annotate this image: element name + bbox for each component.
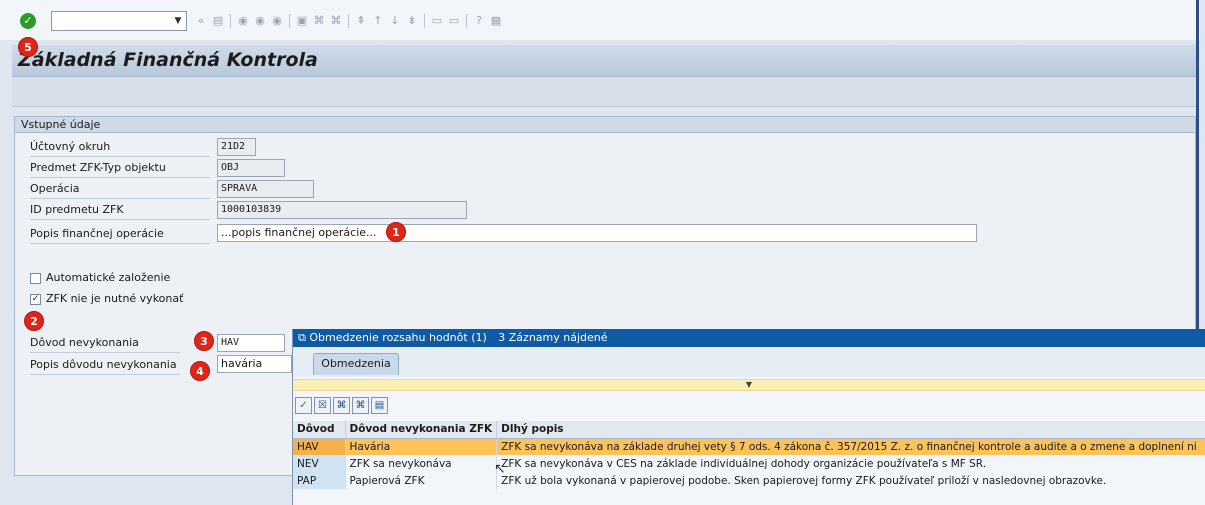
find-next-icon[interactable]: ⌘: [329, 14, 343, 28]
object-type-field: OBJ: [217, 159, 285, 177]
tab-restrictions[interactable]: Obmedzenia: [313, 353, 399, 375]
company-code-field: 21D2: [217, 138, 256, 156]
reason-input[interactable]: HAV: [217, 334, 285, 352]
reason-description-cell[interactable]: ZFK sa nevykonáva na základe druhej vety…: [496, 438, 1205, 455]
page-title: Základná Finančná Kontrola: [18, 49, 318, 71]
table-row[interactable]: HAV Havária ZFK sa nevykonáva na základe…: [293, 438, 1205, 455]
find-icon[interactable]: ⌘: [333, 397, 350, 414]
operation-description-input[interactable]: ...popis finančnej operácie...: [217, 224, 977, 242]
reason-description-label: Popis dôvodu nevykonania: [30, 355, 180, 375]
column-header-long-description[interactable]: Dlhý popis: [496, 421, 1205, 439]
confirm-icon[interactable]: ✓: [295, 397, 312, 414]
toolbar-icons: « ▤ ◉ ◉ ◉ ▣ ⌘ ⌘ ⇞ ↑ ↓ ⇟ ▭ ▭ ? ▦: [194, 11, 503, 31]
cancel-icon[interactable]: ◉: [270, 14, 284, 28]
last-page-icon[interactable]: ⇟: [405, 14, 419, 28]
next-page-icon[interactable]: ↓: [388, 14, 402, 28]
popup-toolbar: ✓ ☒ ⌘ ⌘ ▤: [295, 397, 388, 415]
result-list: Dôvod Dôvod nevykonania ZFK Dlhý popis H…: [293, 421, 1205, 489]
application-toolbar: [12, 77, 1196, 107]
step-marker-1: 1: [386, 222, 406, 242]
help-icon[interactable]: ?: [472, 14, 486, 28]
find-icon[interactable]: ⌘: [312, 14, 326, 28]
reason-description-cell[interactable]: ZFK sa nevykonáva v CES na základe indiv…: [496, 455, 1205, 472]
operation-label: Operácia: [30, 179, 210, 199]
step-marker-3: 3: [194, 331, 214, 351]
enter-icon[interactable]: ✓: [20, 13, 36, 29]
step-marker-5: 5: [18, 37, 38, 57]
toolbar-separator: [230, 14, 231, 28]
reason-label: Dôvod nevykonania: [30, 333, 180, 353]
section-title: Vstupné údaje: [15, 117, 1195, 133]
company-code-label: Účtovný okruh: [30, 137, 210, 157]
popup-title: Obmedzenie rozsahu hodnôt (1): [309, 331, 487, 344]
operation-field: SPRAVA: [217, 180, 314, 198]
system-toolbar: ✓ ▼ « ▤ ◉ ◉ ◉ ▣ ⌘ ⌘ ⇞ ↑ ↓ ⇟ ▭ ▭ ? ▦: [0, 0, 1200, 40]
table-row[interactable]: PAP Papierová ZFK ZFK už bola vykonaná v…: [293, 472, 1205, 489]
title-bar: Základná Finančná Kontrola: [12, 45, 1196, 77]
restriction-icon: ⧉: [298, 331, 306, 344]
exit-icon[interactable]: ◉: [253, 14, 267, 28]
save-icon[interactable]: ▤: [211, 14, 225, 28]
zfk-not-required-checkbox-row[interactable]: ✓ ZFK nie je nutné vykonať: [30, 291, 183, 307]
back-nav-icon[interactable]: ◉: [236, 14, 250, 28]
toolbar-separator: [466, 14, 467, 28]
column-header-reason-name[interactable]: Dôvod nevykonania ZFK: [345, 421, 498, 439]
prev-page-icon[interactable]: ↑: [371, 14, 385, 28]
toolbar-separator: [424, 14, 425, 28]
print-icon[interactable]: ▣: [295, 14, 309, 28]
popup-record-count: 3 Záznamy nájdené: [498, 331, 608, 344]
auto-create-checkbox-row[interactable]: Automatické založenie: [30, 270, 170, 286]
reason-description-input[interactable]: havária: [217, 355, 292, 373]
back-icon[interactable]: «: [194, 14, 208, 28]
value-help-popup: ⧉ Obmedzenie rozsahu hodnôt (1) 3 Záznam…: [292, 329, 1205, 505]
command-field[interactable]: ▼: [51, 11, 187, 31]
settings-icon[interactable]: ▦: [489, 14, 503, 28]
reason-description-cell[interactable]: ZFK už bola vykonaná v papierovej podobe…: [496, 472, 1205, 489]
object-type-label: Predmet ZFK-Typ objektu: [30, 158, 210, 178]
first-page-icon[interactable]: ⇞: [354, 14, 368, 28]
popup-tab-bar: Obmedzenia: [293, 347, 1205, 377]
step-marker-2: 2: [24, 311, 44, 331]
toolbar-separator: [289, 14, 290, 28]
column-header-reason[interactable]: Dôvod: [293, 421, 346, 439]
mouse-cursor-icon: ↖: [494, 461, 506, 477]
auto-create-checkbox[interactable]: [30, 272, 41, 284]
zfk-id-label: ID predmetu ZFK: [30, 200, 210, 220]
chevron-down-icon[interactable]: ▼: [170, 12, 186, 30]
reason-name-cell[interactable]: Papierová ZFK: [345, 472, 498, 489]
zfk-id-field: 1000103839: [217, 201, 467, 219]
reason-code-cell[interactable]: HAV: [293, 438, 346, 455]
zfk-not-required-label: ZFK nie je nutné vykonať: [46, 292, 184, 305]
operation-description-label: Popis finančnej operácie: [30, 224, 210, 244]
cancel-icon[interactable]: ☒: [314, 397, 331, 414]
auto-create-label: Automatické založenie: [46, 271, 171, 284]
new-session-icon[interactable]: ▭: [430, 14, 444, 28]
reason-code-cell[interactable]: PAP: [293, 472, 346, 489]
reason-name-cell[interactable]: Havária: [345, 438, 498, 455]
find-next-icon[interactable]: ⌘: [352, 397, 369, 414]
zfk-not-required-checkbox[interactable]: ✓: [30, 293, 41, 305]
table-row[interactable]: NEV ZFK sa nevykonáva ZFK sa nevykonáva …: [293, 455, 1205, 472]
reason-code-cell[interactable]: NEV: [293, 455, 346, 472]
shortcut-icon[interactable]: ▭: [447, 14, 461, 28]
print-icon[interactable]: ▤: [371, 397, 388, 414]
toolbar-separator: [348, 14, 349, 28]
reason-name-cell[interactable]: ZFK sa nevykonáva: [345, 455, 498, 472]
step-marker-4: 4: [190, 361, 210, 381]
restrictions-toggle[interactable]: ▼: [293, 379, 1205, 391]
result-header-row: Dôvod Dôvod nevykonania ZFK Dlhý popis: [293, 421, 1205, 439]
popup-title-bar[interactable]: ⧉ Obmedzenie rozsahu hodnôt (1) 3 Záznam…: [293, 329, 1205, 347]
